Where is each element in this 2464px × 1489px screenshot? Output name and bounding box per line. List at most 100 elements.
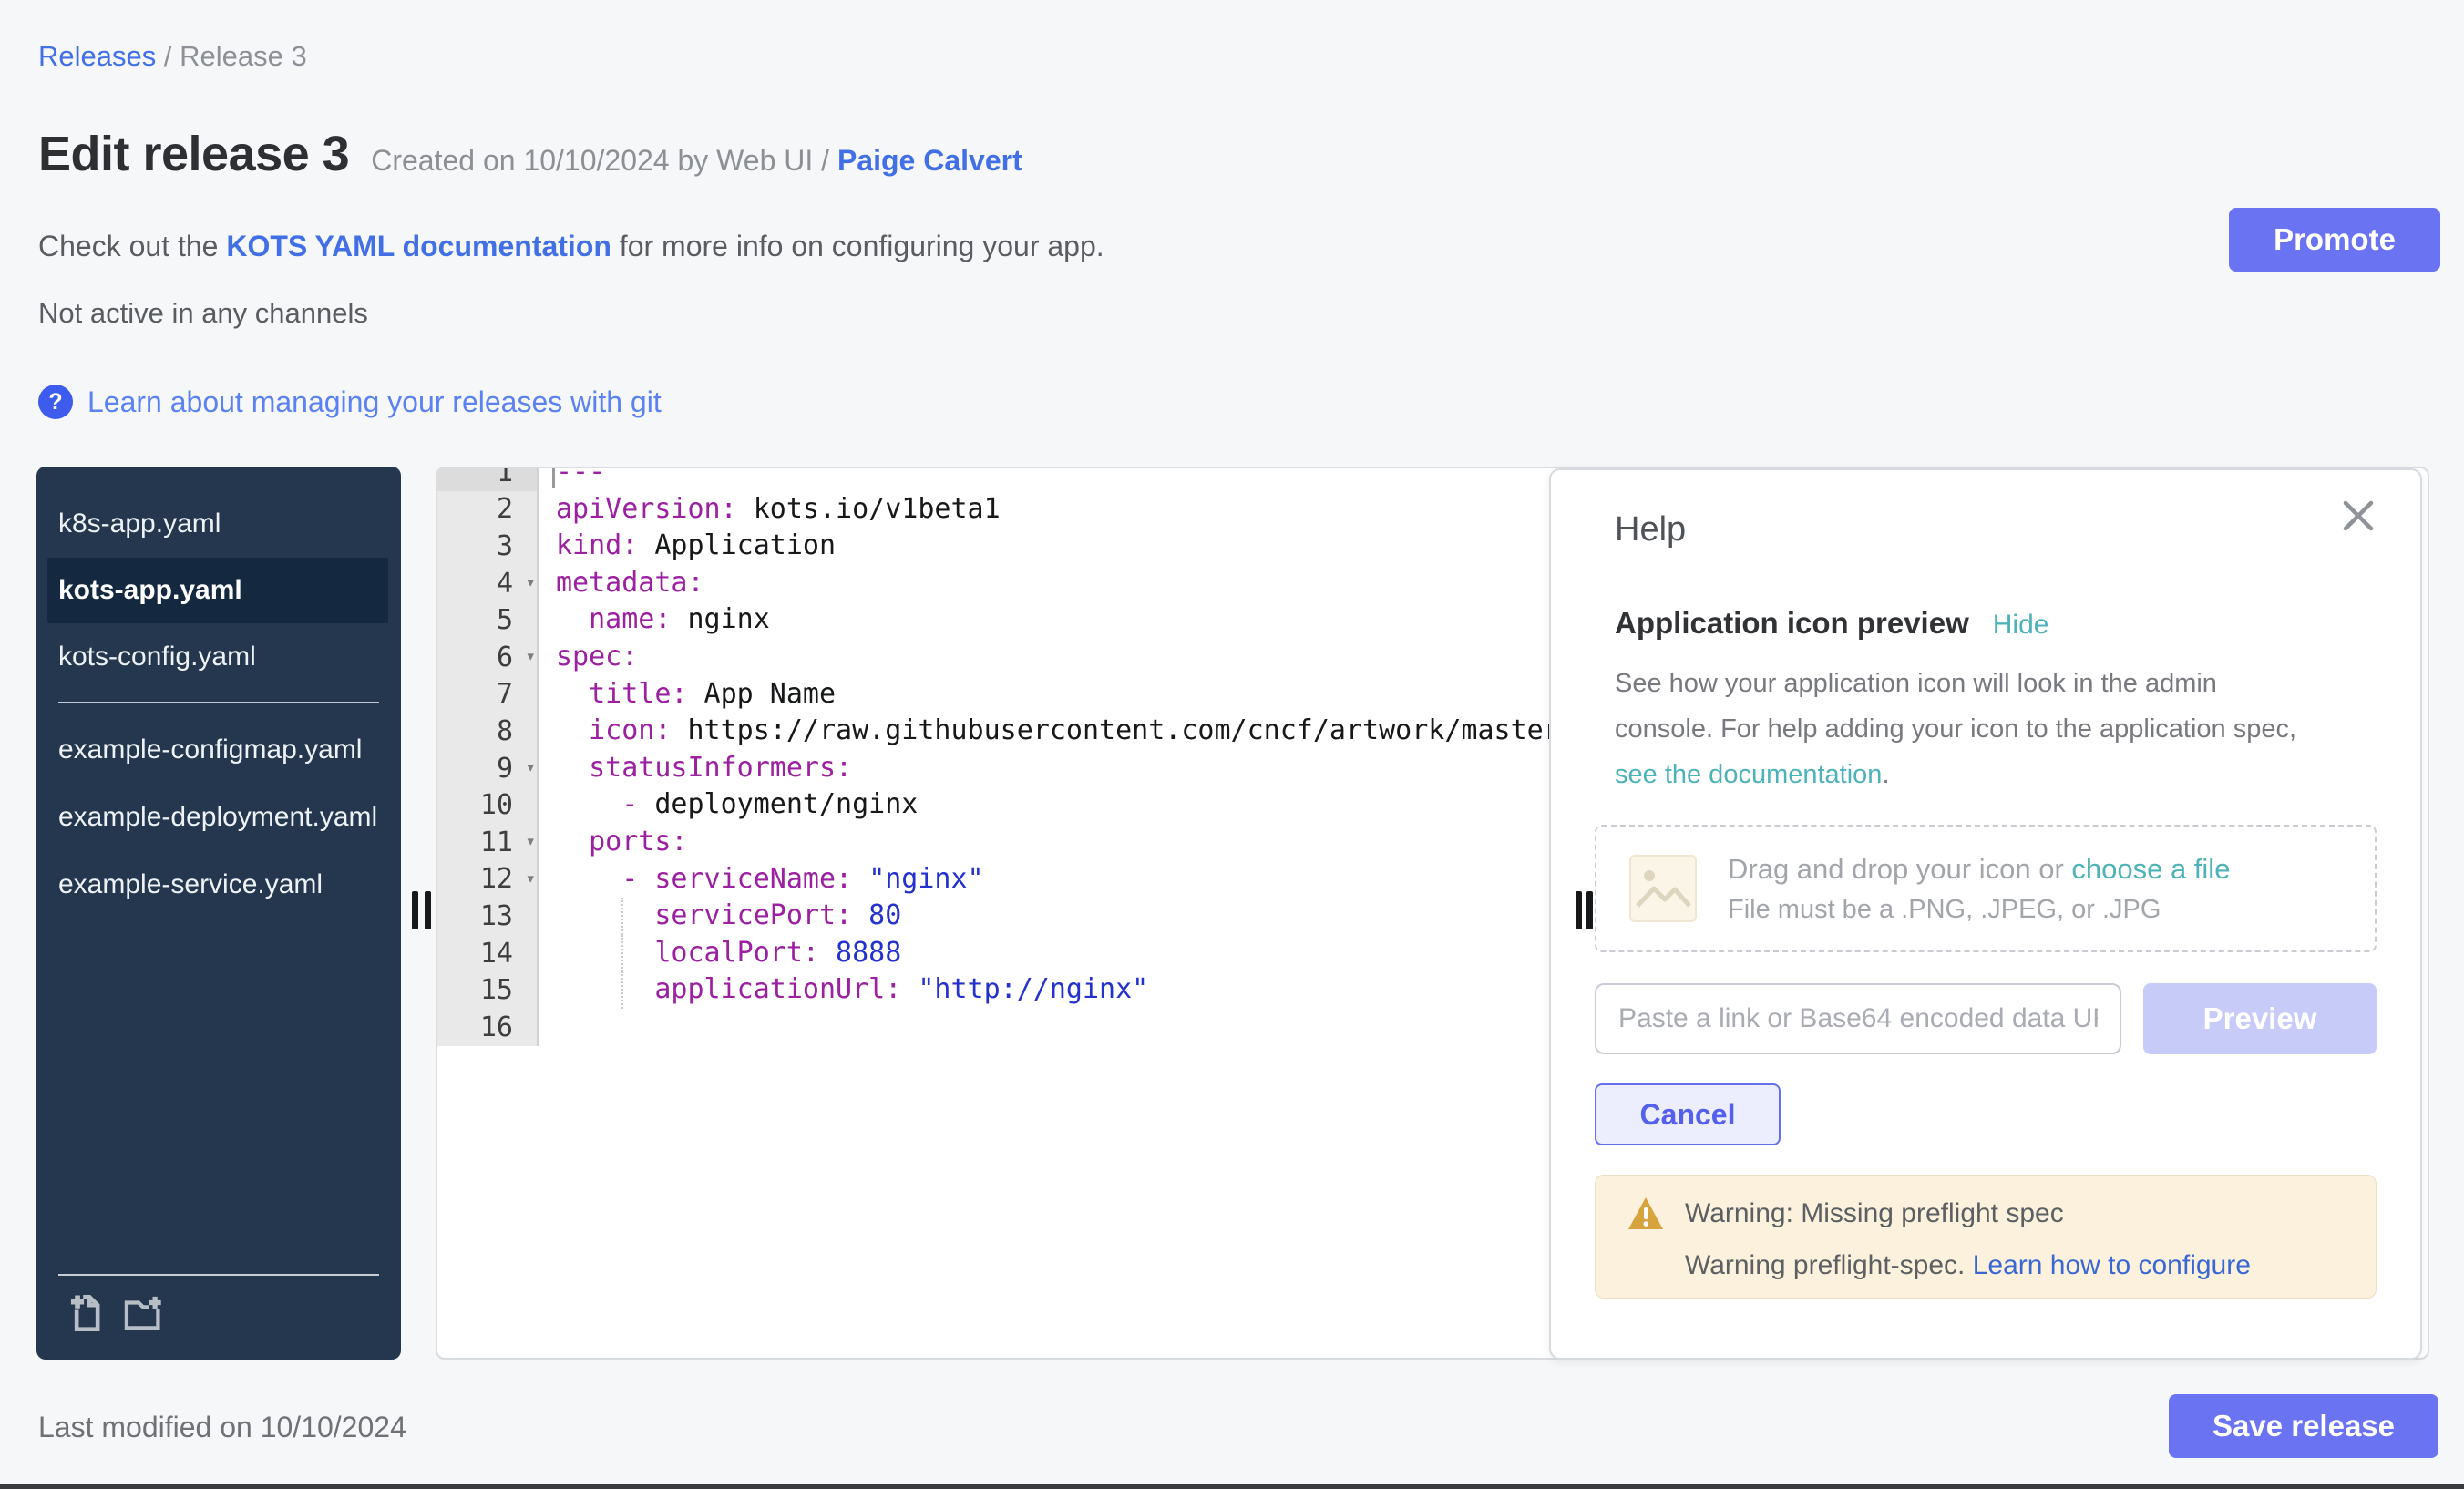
file-list-bottom: example-configmap.yamlexample-deployment… [36,716,401,919]
warning-detail-text: Warning preflight-spec. [1685,1250,1973,1280]
code-token [901,973,918,1005]
channel-status-text: Not active in any channels [38,297,368,330]
fold-arrow-icon[interactable]: ▾ [526,831,536,851]
question-circle-icon: ? [38,385,73,419]
kots-yaml-docs-link[interactable]: KOTS YAML documentation [226,230,611,262]
code-token: Application [638,529,836,561]
add-folder-icon[interactable] [122,1292,164,1334]
icon-dropzone[interactable]: Drag and drop your icon or choose a file… [1595,825,2377,952]
dropzone-file-hint: File must be a .PNG, .JPEG, or .JPG [1728,895,2230,925]
code-token: title: [556,678,688,710]
code-text: servicePort: 80 [539,898,901,935]
sidebar-resize-handle-bar-1[interactable] [412,891,418,929]
code-token: --- [556,467,605,488]
code-token: - [621,788,654,820]
icon-url-row: Preview [1595,983,2377,1054]
help-resize-handle-bar-2[interactable] [1586,891,1593,929]
file-list-top: k8s-app.yamlkots-app.yamlkots-config.yam… [36,467,401,691]
sidebar-file-example-deployment-yaml[interactable]: example-deployment.yaml [36,784,401,851]
line-number: 2 [437,491,539,529]
fold-arrow-icon[interactable]: ▾ [526,572,536,592]
close-icon[interactable] [2338,496,2378,536]
breadcrumb: Releases / Release 3 [38,40,307,73]
warning-title: Warning: Missing preflight spec [1685,1198,2064,1229]
git-help-row[interactable]: ? Learn about managing your releases wit… [38,385,662,419]
fold-arrow-icon[interactable]: ▾ [526,757,536,777]
code-text [539,1009,556,1046]
icon-url-input[interactable] [1595,983,2121,1054]
fold-arrow-icon[interactable]: ▾ [526,868,536,888]
code-token: localPort: [556,937,819,969]
icon-preview-description: See how your application icon will look … [1615,661,2377,797]
line-number: 16 [437,1009,539,1046]
line-number: 3 [437,528,539,565]
help-resize-handle-bar-1[interactable] [1576,891,1582,929]
warning-detail-row: Warning preflight-spec. Learn how to con… [1685,1250,2345,1281]
sidebar-resize-handle-bar-2[interactable] [425,891,431,929]
line-number: 13 [437,898,539,935]
code-token: - [621,863,654,895]
see-documentation-link[interactable]: see the documentation [1615,760,1882,789]
code-text: spec: [539,639,638,676]
release-editor-screen: Releases / Release 3 Edit release 3 Crea… [0,0,2464,1489]
sidebar-file-kots-app-yaml[interactable]: kots-app.yaml [47,558,388,623]
sidebar-footer [58,1274,379,1345]
breadcrumb-current: Release 3 [180,40,307,72]
help-panel-title: Help [1615,510,2377,549]
code-token: kind: [556,529,638,561]
created-info: Created on 10/10/2024 by Web UI / Paige … [371,144,1022,178]
add-file-icon[interactable] [64,1292,106,1334]
code-token: https://raw.githubusercontent.com/cncf/a… [671,714,1576,746]
sidebar-file-example-service-yaml[interactable]: example-service.yaml [36,851,401,919]
code-token: spec: [556,641,638,673]
sidebar-file-kots-config-yaml[interactable]: kots-config.yaml [36,623,401,691]
line-number: 4▾ [437,565,539,602]
hide-link[interactable]: Hide [1993,610,2049,641]
line-number: 7 [437,676,539,714]
title-row: Edit release 3 Created on 10/10/2024 by … [38,126,1022,182]
image-placeholder-icon [1629,855,1697,922]
code-token: apiVersion: [556,493,737,525]
git-releases-link[interactable]: Learn about managing your releases with … [87,385,662,419]
code-text: icon: https://raw.githubusercontent.com/… [539,713,1576,750]
cancel-button[interactable]: Cancel [1595,1083,1781,1145]
breadcrumb-releases-link[interactable]: Releases [38,40,156,72]
code-token: applicationUrl: [556,973,901,1005]
fold-arrow-icon[interactable]: ▾ [526,646,536,666]
line-number: 10 [437,786,539,824]
preview-button[interactable]: Preview [2143,983,2377,1054]
code-text: --- [539,467,605,491]
code-token: 80 [868,899,901,931]
save-release-button[interactable]: Save release [2169,1394,2438,1458]
promote-button[interactable]: Promote [2229,208,2440,272]
code-token: 8888 [836,937,901,969]
line-number: 15 [437,971,539,1009]
sidebar-file-k8s-app-yaml[interactable]: k8s-app.yaml [36,490,401,558]
code-text: statusInformers: [539,750,852,787]
warning-header-row: Warning: Missing preflight spec [1627,1196,2345,1232]
code-text: name: nginx [539,601,770,639]
created-by-link[interactable]: Paige Calvert [837,144,1022,177]
code-token [556,788,621,820]
created-text: Created on 10/10/2024 by Web UI / [371,144,837,177]
code-token [556,863,621,895]
code-text: title: App Name [539,676,836,714]
learn-configure-link[interactable]: Learn how to configure [1973,1250,2251,1280]
sidebar-file-example-configmap-yaml[interactable]: example-configmap.yaml [36,716,401,784]
code-token: icon: [556,714,671,746]
page-title: Edit release 3 [38,126,349,182]
description-line-2: console. For help adding your icon to th… [1615,714,2296,744]
code-text: localPort: 8888 [539,935,901,972]
line-number: 6▾ [437,639,539,676]
window-bottom-edge [0,1484,2464,1489]
code-text: - serviceName: "nginx" [539,861,984,899]
icon-preview-section-header: Application icon preview Hide [1615,606,2377,641]
code-token: metadata: [556,567,704,599]
icon-preview-title: Application icon preview [1615,606,1969,641]
choose-file-link[interactable]: choose a file [2071,853,2230,885]
line-number: 8 [437,713,539,750]
file-sidebar: k8s-app.yamlkots-app.yamlkots-config.yam… [36,467,401,1360]
line-number: 5 [437,601,539,639]
code-token: App Name [688,678,837,710]
code-token: kots.io/v1beta1 [737,493,1001,525]
